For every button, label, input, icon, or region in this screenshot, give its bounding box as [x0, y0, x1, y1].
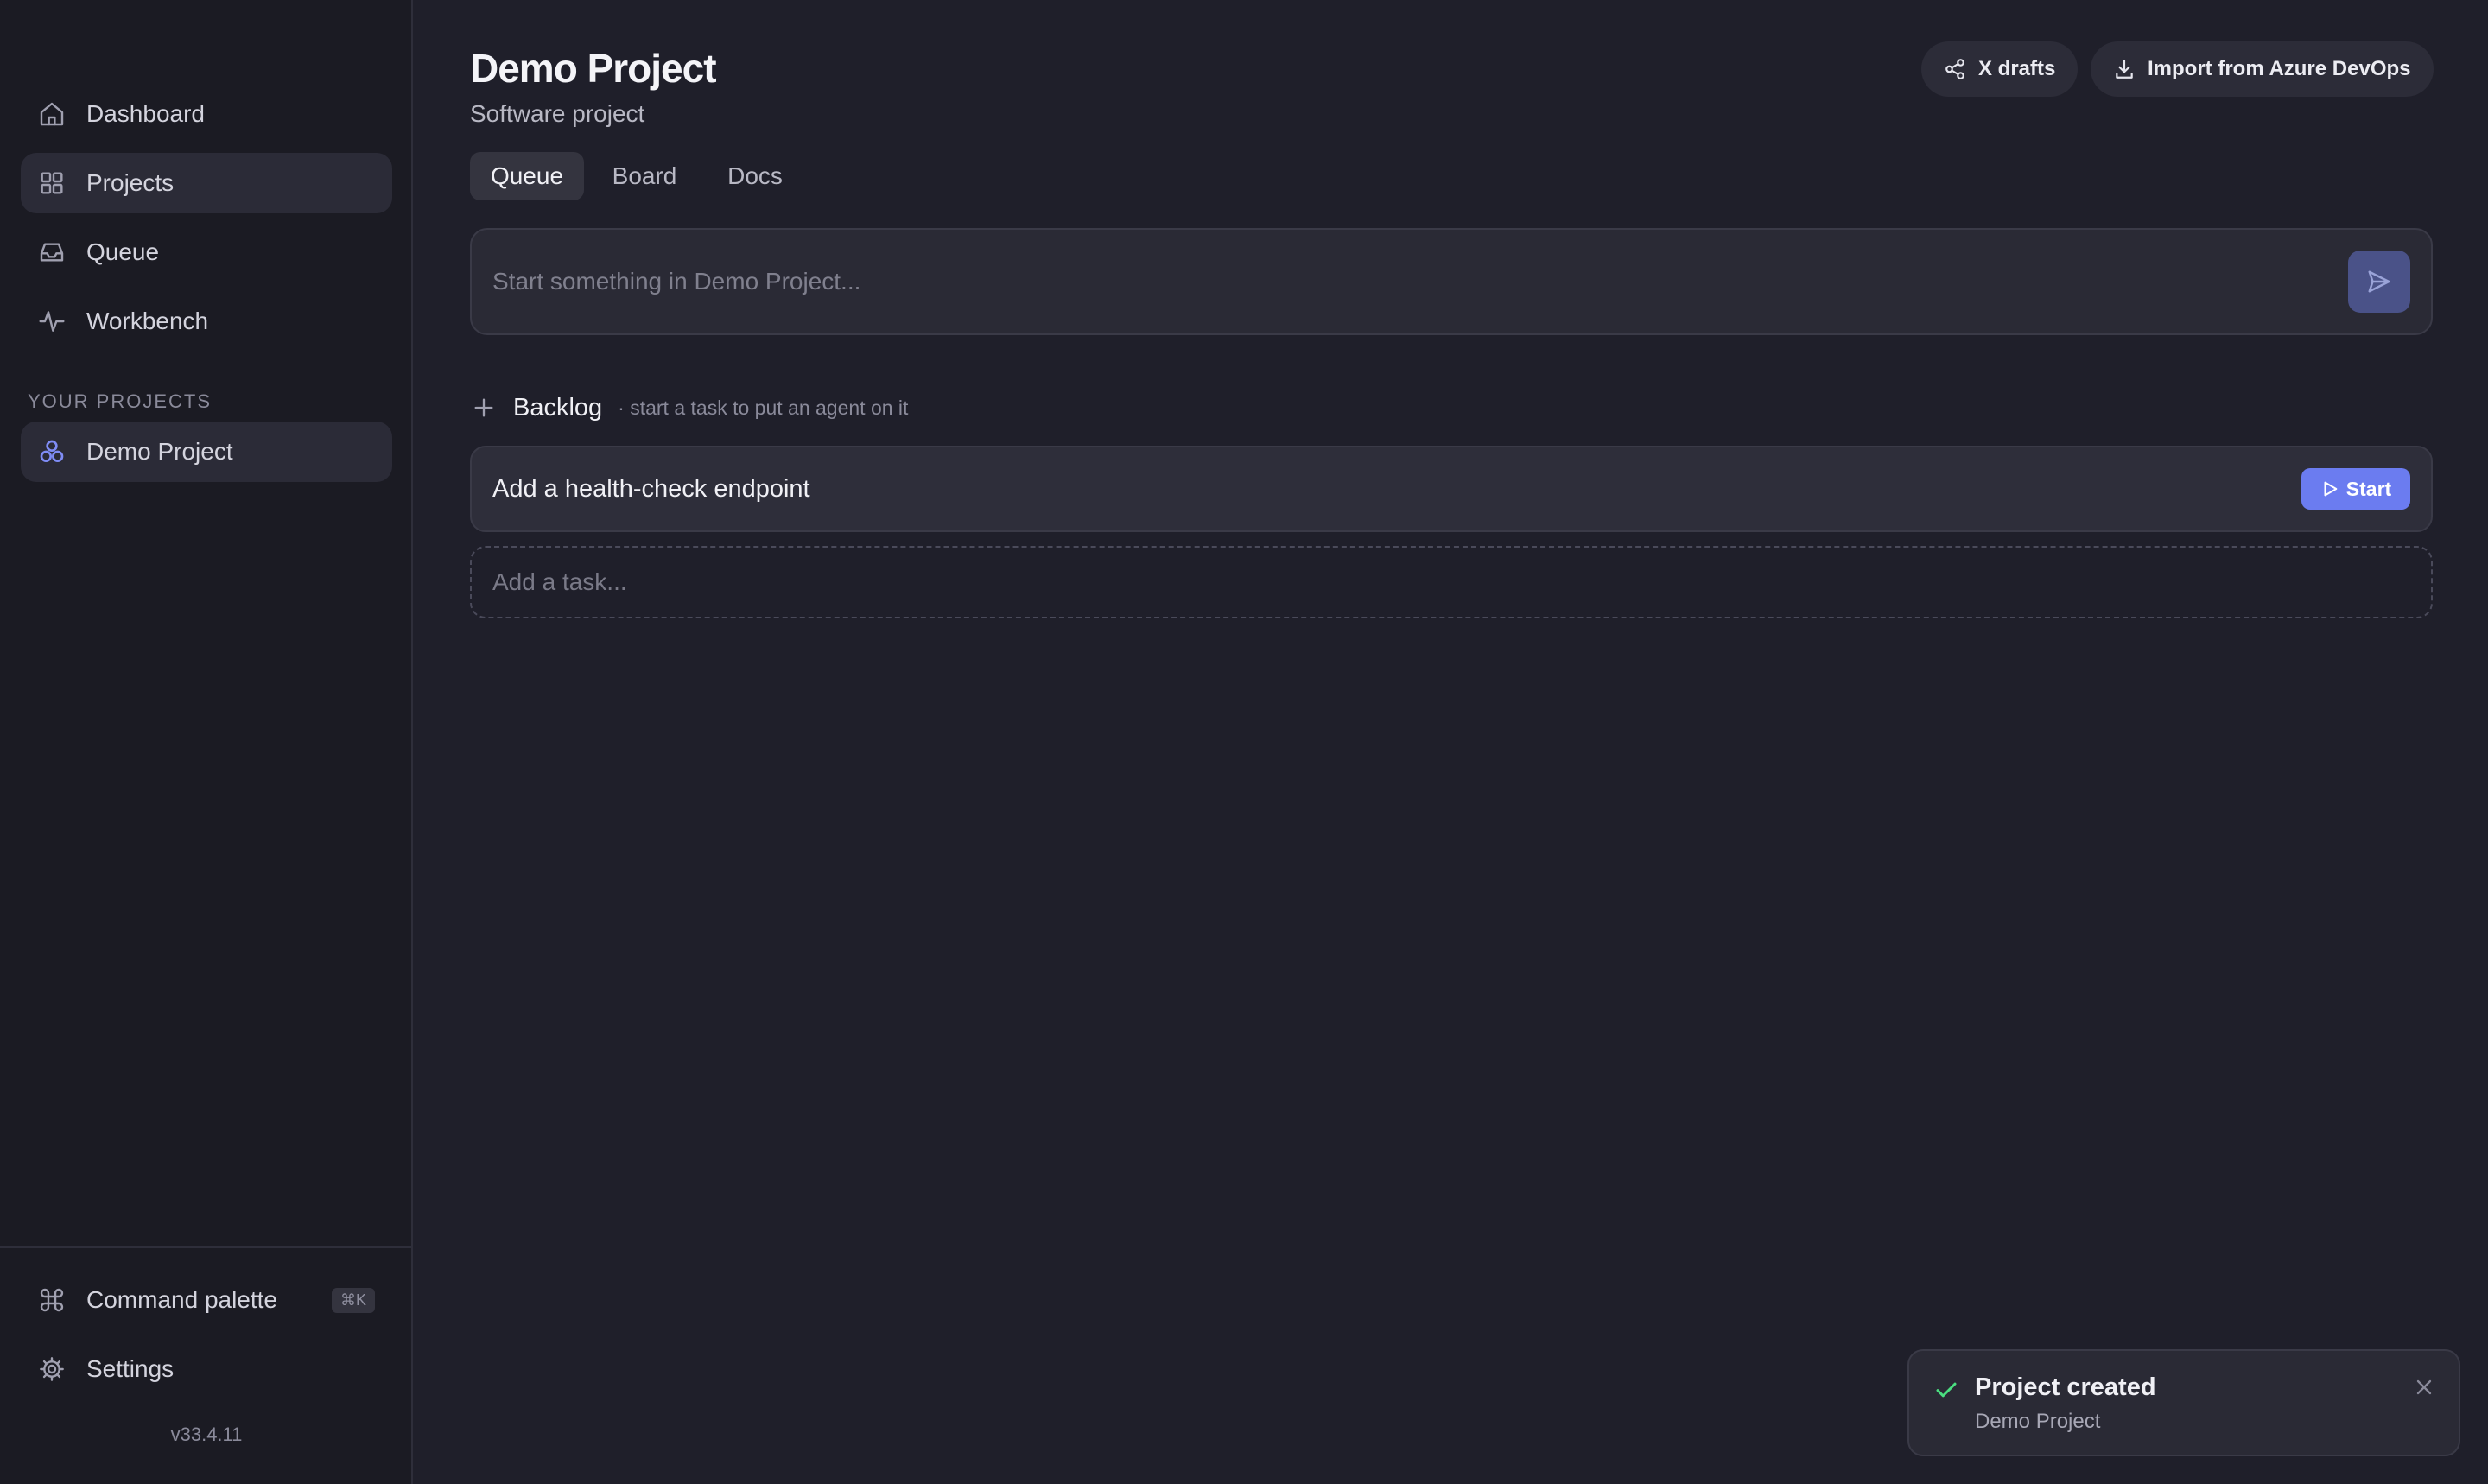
- page-title: Demo Project: [470, 46, 717, 91]
- task-title: Add a health-check endpoint: [492, 474, 810, 503]
- start-button-label: Start: [2345, 477, 2392, 500]
- section-label-your-projects: YOUR PROJECTS: [28, 390, 213, 412]
- project-icon: [38, 438, 66, 466]
- sidebar-item-demo-project[interactable]: Demo Project: [21, 422, 392, 482]
- activity-icon: [38, 308, 66, 335]
- sidebar-item-workbench[interactable]: Workbench: [21, 291, 392, 352]
- command-icon: [38, 1286, 66, 1314]
- start-task-button[interactable]: Start: [2301, 468, 2410, 510]
- backlog-header: Backlog · start a task to put an agent o…: [472, 390, 908, 425]
- share-icon: [1945, 59, 1964, 79]
- prompt-input[interactable]: [492, 230, 2307, 333]
- sidebar-item-queue[interactable]: Queue: [21, 222, 392, 282]
- sidebar-divider: [0, 1246, 413, 1248]
- sidebar-item-settings[interactable]: Settings: [21, 1339, 392, 1399]
- sidebar-item-label: Command palette: [86, 1286, 278, 1313]
- add-task-input[interactable]: [492, 548, 2393, 617]
- sidebar-item-label: Workbench: [86, 308, 209, 334]
- drafts-button[interactable]: X drafts: [1921, 41, 2079, 97]
- toast-title: Project created: [1975, 1373, 2156, 1401]
- sidebar-item-label: Projects: [86, 169, 175, 196]
- backlog-title: Backlog: [513, 393, 603, 422]
- sidebar: Dashboard Projects Queue Workbench YOUR …: [0, 0, 413, 1484]
- version-label: v33.4.11: [170, 1424, 243, 1445]
- grid-icon: [38, 169, 66, 197]
- shortcut-badge: ⌘K: [331, 1287, 375, 1313]
- tab-queue[interactable]: Queue: [470, 152, 584, 200]
- import-button-label: Import from Azure DevOps: [2148, 57, 2411, 80]
- toast-subtitle: Demo Project: [1975, 1410, 2101, 1433]
- inbox-icon: [38, 238, 66, 266]
- gear-icon: [38, 1355, 66, 1383]
- sidebar-item-projects[interactable]: Projects: [21, 153, 392, 213]
- download-icon: [2116, 60, 2133, 79]
- task-row[interactable]: Add a health-check endpoint Start: [470, 446, 2433, 532]
- send-icon: [2368, 270, 2390, 293]
- backlog-hint: · start a task to put an agent on it: [618, 396, 909, 419]
- sidebar-item-label: Dashboard: [86, 100, 205, 127]
- import-azure-devops-button[interactable]: Import from Azure DevOps: [2091, 41, 2434, 97]
- tab-docs[interactable]: Docs: [707, 152, 803, 200]
- page-subtitle: Software project: [470, 100, 645, 127]
- sidebar-item-label: Queue: [86, 238, 160, 265]
- add-task-box: [470, 546, 2433, 618]
- sidebar-item-label: Settings: [86, 1355, 175, 1382]
- plus-icon[interactable]: [472, 396, 496, 420]
- sidebar-item-command-palette[interactable]: Command palette ⌘K: [21, 1270, 392, 1330]
- send-button[interactable]: [2348, 251, 2410, 313]
- home-icon: [38, 100, 66, 128]
- app-window: Dashboard Projects Queue Workbench YOUR …: [0, 0, 2488, 1484]
- play-icon: [2324, 481, 2338, 497]
- drafts-button-label: X drafts: [1978, 57, 2056, 80]
- prompt-box: [470, 228, 2433, 335]
- close-icon[interactable]: [2412, 1375, 2436, 1399]
- sidebar-item-dashboard[interactable]: Dashboard: [21, 84, 392, 144]
- toast-notification: Project created Demo Project: [1907, 1349, 2460, 1456]
- sidebar-item-label: Demo Project: [86, 438, 233, 465]
- tab-board[interactable]: Board: [596, 152, 693, 200]
- check-icon: [1936, 1382, 1957, 1398]
